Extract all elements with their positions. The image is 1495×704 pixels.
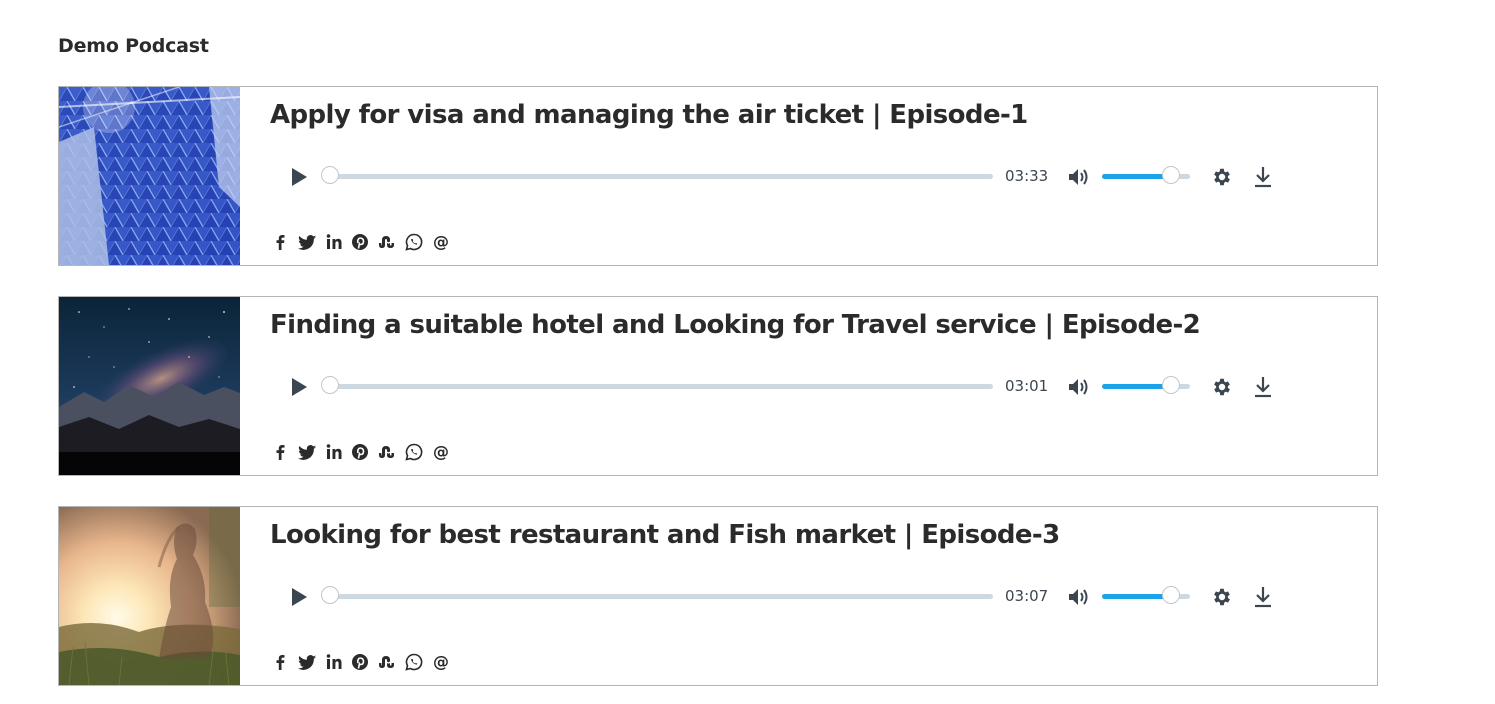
facebook-icon[interactable] (269, 651, 296, 673)
download-icon[interactable] (1252, 585, 1274, 609)
episode-card: Apply for visa and managing the air tick… (58, 86, 1378, 266)
linkedin-icon[interactable] (323, 441, 350, 463)
progress-bar[interactable] (321, 586, 993, 604)
episode-card: Finding a suitable hotel and Looking for… (58, 296, 1378, 476)
progress-knob[interactable] (321, 166, 339, 184)
svg-text:@: @ (433, 232, 449, 251)
progress-bar[interactable] (321, 166, 993, 184)
progress-bar[interactable] (321, 376, 993, 394)
episode-title: Apply for visa and managing the air tick… (270, 100, 1028, 130)
pinterest-icon[interactable] (349, 441, 376, 463)
play-icon[interactable] (286, 165, 310, 189)
audio-player: 03:07 (279, 577, 1279, 617)
stumbleupon-icon[interactable] (376, 651, 403, 673)
gear-icon[interactable] (1211, 376, 1233, 398)
stumbleupon-icon[interactable] (376, 441, 403, 463)
episode-thumbnail (59, 507, 240, 685)
volume-knob[interactable] (1161, 376, 1180, 394)
svg-text:@: @ (433, 652, 449, 671)
audio-player: 03:01 (279, 367, 1279, 407)
duration-label: 03:07 (1005, 587, 1049, 605)
episode-thumbnail (59, 87, 240, 265)
linkedin-icon[interactable] (323, 231, 350, 253)
whatsapp-icon[interactable] (403, 441, 430, 463)
email-icon[interactable]: @ (430, 441, 457, 463)
duration-label: 03:01 (1005, 377, 1049, 395)
whatsapp-icon[interactable] (403, 231, 430, 253)
progress-knob[interactable] (321, 376, 339, 394)
volume-level (1102, 384, 1171, 389)
share-links: @ (269, 441, 457, 463)
pinterest-icon[interactable] (349, 231, 376, 253)
email-icon[interactable]: @ (430, 651, 457, 673)
play-icon[interactable] (286, 375, 310, 399)
volume-icon[interactable] (1067, 376, 1091, 398)
volume-level (1102, 594, 1171, 599)
twitter-icon[interactable] (296, 651, 323, 673)
twitter-icon[interactable] (296, 231, 323, 253)
whatsapp-icon[interactable] (403, 651, 430, 673)
volume-slider[interactable] (1102, 376, 1190, 394)
email-icon[interactable]: @ (430, 231, 457, 253)
facebook-icon[interactable] (269, 441, 296, 463)
volume-icon[interactable] (1067, 586, 1091, 608)
download-icon[interactable] (1252, 375, 1274, 399)
duration-label: 03:33 (1005, 167, 1049, 185)
audio-player: 03:33 (279, 157, 1279, 197)
share-links: @ (269, 651, 457, 673)
episode-title: Looking for best restaurant and Fish mar… (270, 520, 1060, 550)
pinterest-icon[interactable] (349, 651, 376, 673)
page-title: Demo Podcast (58, 34, 209, 57)
volume-slider[interactable] (1102, 166, 1190, 184)
gear-icon[interactable] (1211, 166, 1233, 188)
share-links: @ (269, 231, 457, 253)
twitter-icon[interactable] (296, 441, 323, 463)
episode-card: Looking for best restaurant and Fish mar… (58, 506, 1378, 686)
volume-knob[interactable] (1161, 586, 1180, 604)
play-icon[interactable] (286, 585, 310, 609)
progress-knob[interactable] (321, 586, 339, 604)
volume-level (1102, 174, 1171, 179)
gear-icon[interactable] (1211, 586, 1233, 608)
volume-knob[interactable] (1161, 166, 1180, 184)
svg-text:@: @ (433, 442, 449, 461)
facebook-icon[interactable] (269, 231, 296, 253)
stumbleupon-icon[interactable] (376, 231, 403, 253)
download-icon[interactable] (1252, 165, 1274, 189)
volume-icon[interactable] (1067, 166, 1091, 188)
volume-slider[interactable] (1102, 586, 1190, 604)
episode-thumbnail (59, 297, 240, 475)
linkedin-icon[interactable] (323, 651, 350, 673)
episode-title: Finding a suitable hotel and Looking for… (270, 310, 1201, 340)
